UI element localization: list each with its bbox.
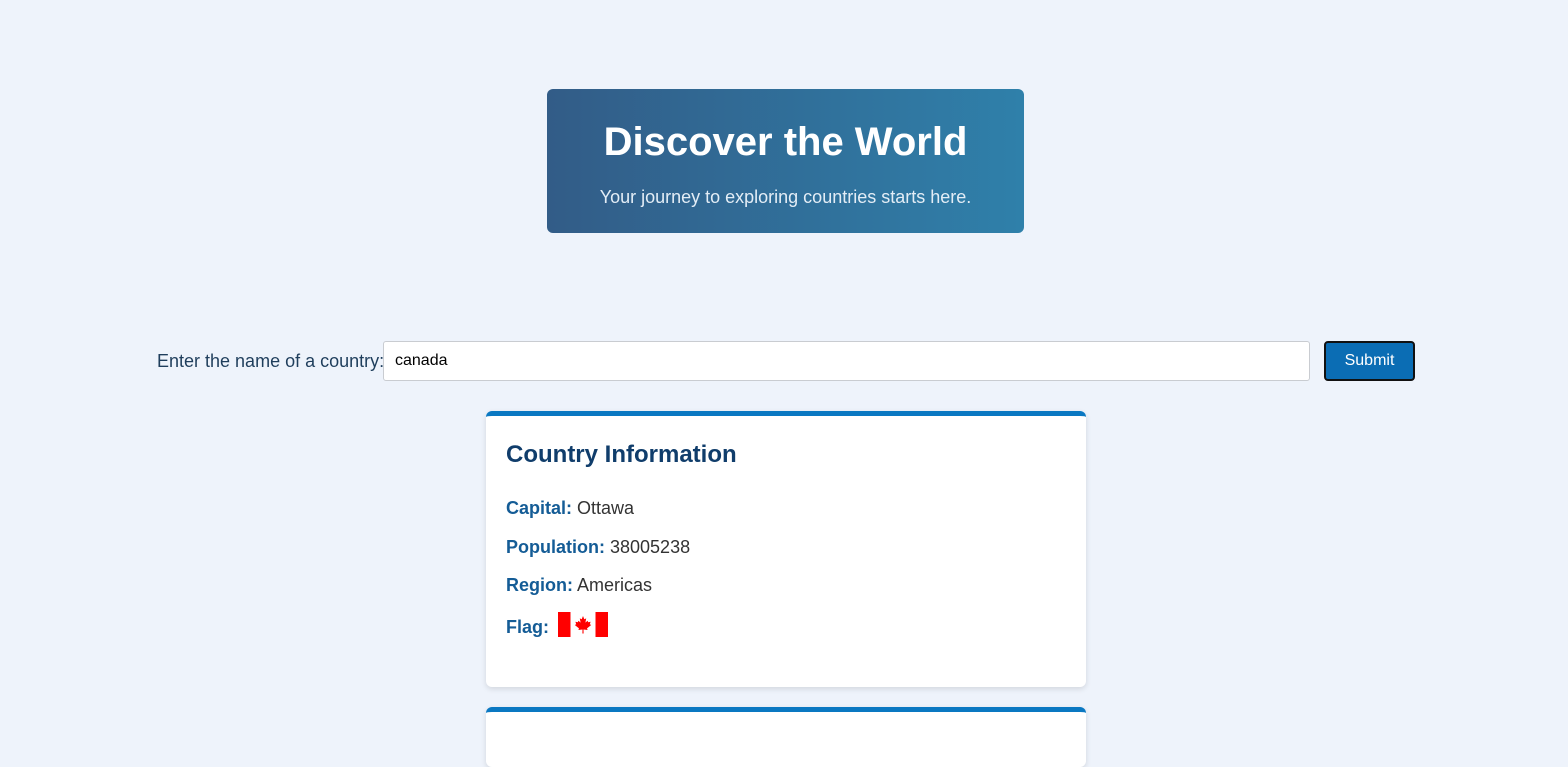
country-input-label: Enter the name of a country: xyxy=(157,351,385,371)
submit-button[interactable]: Submit xyxy=(1324,341,1415,381)
hero-title: Discover the World xyxy=(603,120,968,164)
card-heading: Country Information xyxy=(506,441,737,468)
population-label: Population: xyxy=(506,537,605,557)
region-value: Americas xyxy=(577,575,653,595)
population-row: Population: 38005238 xyxy=(506,536,690,558)
capital-label: Capital: xyxy=(506,498,573,518)
region-row: Region: Americas xyxy=(506,574,652,596)
secondary-card xyxy=(486,707,1086,767)
region-label: Region: xyxy=(506,575,573,595)
hero-subtitle: Your journey to exploring countries star… xyxy=(599,187,972,207)
country-input[interactable] xyxy=(383,341,1310,381)
population-value: 38005238 xyxy=(610,537,691,557)
hero-banner: Discover the World Your journey to explo… xyxy=(547,89,1024,233)
flag-row: Flag: xyxy=(506,612,609,638)
capital-row: Capital: Ottawa xyxy=(506,497,634,519)
search-form: Enter the name of a country: Submit xyxy=(0,341,1568,381)
country-information-card: Country Information Capital: Ottawa Popu… xyxy=(486,411,1086,687)
capital-value: Ottawa xyxy=(577,498,635,518)
canada-flag-icon xyxy=(558,612,609,637)
flag-label: Flag: xyxy=(506,617,549,637)
